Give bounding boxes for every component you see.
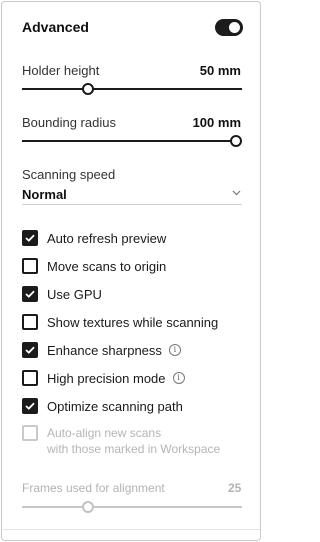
checkbox-option[interactable]: Show textures while scanning [22, 312, 218, 332]
bounding-radius-slider-track[interactable] [22, 140, 242, 142]
section-title: Advanced [22, 19, 89, 35]
checkbox-option[interactable]: Auto refresh preview [22, 228, 166, 248]
checkbox[interactable] [22, 370, 38, 386]
divider [2, 529, 260, 530]
checkbox-option[interactable]: Move scans to origin [22, 256, 166, 276]
checkbox-label: Optimize scanning path [47, 398, 183, 414]
checkbox-option[interactable]: Enhance sharpness i [22, 340, 181, 360]
checkbox-label: High precision mode [47, 370, 166, 386]
advanced-settings-panel: Advanced Holder height 50 mm Bounding ra… [1, 1, 261, 541]
bounding-radius-value: 100 mm [192, 115, 241, 130]
checkbox[interactable] [22, 342, 38, 358]
info-icon[interactable]: i [168, 344, 181, 356]
advanced-toggle[interactable] [215, 19, 243, 36]
frames-label: Frames used for alignment [22, 481, 165, 495]
auto-align-label-line2: with those marked in Workspace [47, 442, 221, 456]
auto-align-checkbox [22, 425, 38, 441]
checkmark-icon [25, 290, 35, 298]
checkbox-label: Use GPU [47, 286, 102, 302]
holder-height-slider-track[interactable] [22, 88, 242, 90]
checkbox-label: Show textures while scanning [47, 314, 219, 330]
holder-height-value: 50 mm [199, 63, 241, 78]
checkbox[interactable] [22, 314, 38, 330]
bounding-radius-label: Bounding radius [22, 115, 116, 130]
checkbox[interactable] [22, 286, 38, 302]
checkmark-icon [25, 234, 35, 242]
checkbox[interactable] [22, 230, 38, 246]
checkbox-label: Auto refresh preview [47, 230, 167, 246]
holder-height-slider-thumb[interactable] [82, 83, 94, 95]
auto-align-option [22, 425, 38, 445]
holder-height-label: Holder height [22, 63, 100, 78]
checkbox-option[interactable]: Use GPU [22, 284, 102, 304]
frames-slider-track [22, 506, 242, 508]
checkmark-icon [25, 402, 35, 410]
checkmark-icon [25, 346, 35, 354]
frames-slider-thumb [82, 501, 94, 513]
checkbox-option[interactable]: High precision mode i [22, 368, 185, 388]
checkbox[interactable] [22, 398, 38, 414]
checkbox-option[interactable]: Optimize scanning path [22, 396, 183, 416]
auto-align-label: Auto-align new scans with those marked i… [47, 425, 220, 457]
scanning-speed-select[interactable]: Normal [22, 187, 67, 202]
chevron-down-icon[interactable] [232, 188, 241, 199]
auto-align-label-line1: Auto-align new scans [47, 426, 162, 440]
scanning-speed-label: Scanning speed [22, 167, 116, 182]
info-icon[interactable]: i [172, 372, 185, 384]
select-underline [22, 204, 242, 205]
bounding-radius-slider-thumb[interactable] [230, 135, 242, 147]
frames-value: 25 [228, 481, 242, 495]
checkbox-label: Enhance sharpness [47, 342, 162, 358]
checkbox-label: Move scans to origin [47, 258, 167, 274]
checkbox[interactable] [22, 258, 38, 274]
toggle-knob [229, 22, 240, 33]
